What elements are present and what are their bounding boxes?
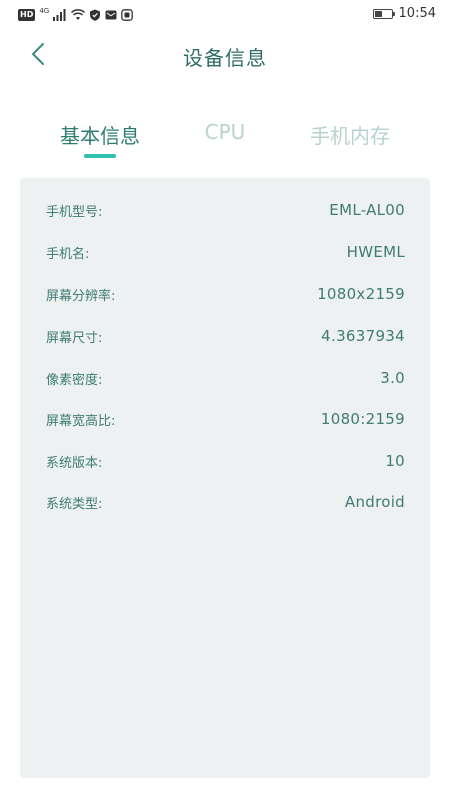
battery-fill — [374, 10, 382, 17]
row-value: 1080x2159 — [317, 285, 405, 303]
info-row-name: 手机名: HWEML — [46, 240, 405, 264]
info-row-os-version: 系统版本: 10 — [46, 449, 405, 473]
header: 设备信息 — [0, 30, 450, 80]
status-bar: HD 4G 10:54 — [0, 0, 450, 30]
signal-icon — [53, 9, 66, 21]
row-label: 手机名: — [46, 246, 90, 262]
row-value: Android — [344, 493, 405, 511]
app-icon — [121, 9, 134, 21]
info-row-os-type: 系统类型: Android — [46, 490, 405, 514]
tab-phone-memory[interactable]: 手机内存 — [300, 120, 400, 149]
status-right: 10:54 — [372, 6, 436, 21]
row-value: 4.3637934 — [321, 327, 405, 345]
info-row-screen-size: 屏幕尺寸: 4.3637934 — [46, 324, 405, 348]
row-label: 系统类型: — [46, 496, 103, 512]
info-row-resolution: 屏幕分辨率: 1080x2159 — [46, 282, 405, 306]
row-label: 系统版本: — [46, 455, 103, 471]
row-label: 屏幕宽高比: — [46, 413, 116, 429]
tab-cpu[interactable]: CPU — [195, 120, 255, 144]
row-value: EML-AL00 — [329, 201, 405, 219]
wifi-icon — [71, 9, 86, 20]
row-label: 手机型号: — [46, 204, 103, 220]
page-title: 设备信息 — [183, 46, 267, 70]
hd-badge: HD — [18, 9, 36, 21]
mail-icon — [105, 10, 117, 20]
row-label: 屏幕尺寸: — [46, 330, 103, 346]
row-value: 3.0 — [380, 369, 405, 387]
info-row-model: 手机型号: EML-AL00 — [46, 198, 405, 222]
info-card: 手机型号: EML-AL00 手机名: HWEML 屏幕分辨率: 1080x21… — [20, 178, 430, 778]
info-row-density: 像素密度: 3.0 — [46, 366, 405, 390]
tab-basic-info[interactable]: 基本信息 — [55, 120, 145, 149]
row-value: 1080:2159 — [320, 410, 405, 428]
row-value: 10 — [385, 452, 405, 470]
row-label: 像素密度: — [46, 372, 103, 388]
tab-bar: 基本信息 CPU 手机内存 — [0, 120, 450, 160]
status-left: HD 4G — [18, 6, 134, 22]
shield-icon — [90, 9, 101, 21]
network-type: 4G — [39, 6, 50, 15]
row-label: 屏幕分辨率: — [46, 288, 116, 304]
info-row-aspect-ratio: 屏幕宽高比: 1080:2159 — [46, 407, 405, 431]
battery-icon — [372, 8, 396, 19]
row-value: HWEML — [346, 243, 405, 261]
tab-indicator — [84, 154, 116, 158]
status-time: 10:54 — [398, 6, 436, 21]
